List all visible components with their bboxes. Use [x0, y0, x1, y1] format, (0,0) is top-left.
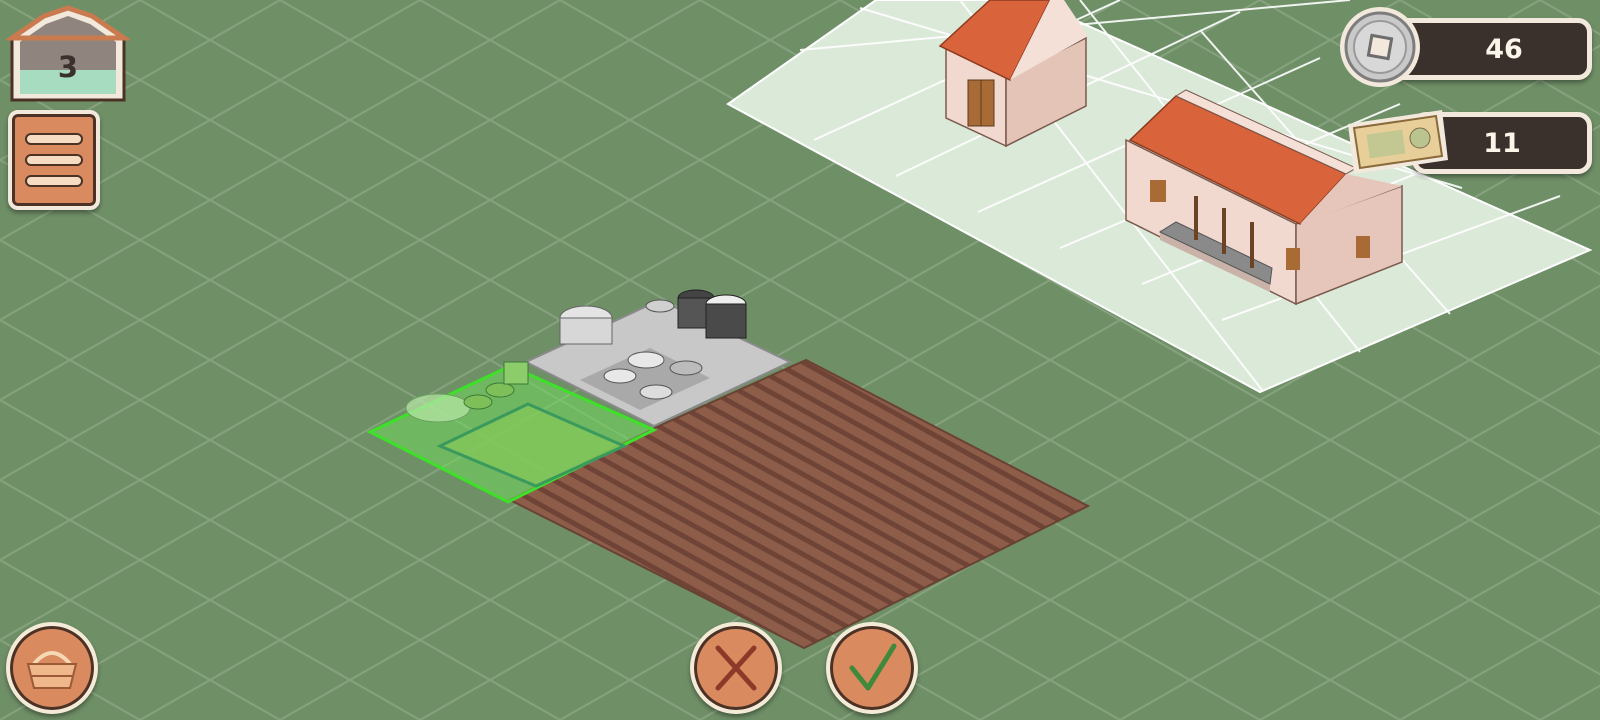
confirm-button[interactable] [826, 622, 918, 714]
banknote-icon [1348, 110, 1448, 174]
level-badge[interactable]: 3 [6, 4, 130, 104]
basket-icon [26, 651, 78, 689]
banknote-counter: 11 [1338, 104, 1598, 180]
x-icon [715, 645, 757, 691]
checkmark-icon [849, 643, 897, 691]
coin-counter: 46 [1336, 4, 1598, 90]
cancel-button[interactable] [690, 622, 782, 714]
menu-button[interactable] [8, 110, 100, 210]
level-value: 3 [57, 50, 79, 84]
inventory-button[interactable] [6, 622, 98, 714]
silver-coin-icon [1340, 7, 1420, 87]
hamburger-menu-icon [25, 133, 83, 187]
